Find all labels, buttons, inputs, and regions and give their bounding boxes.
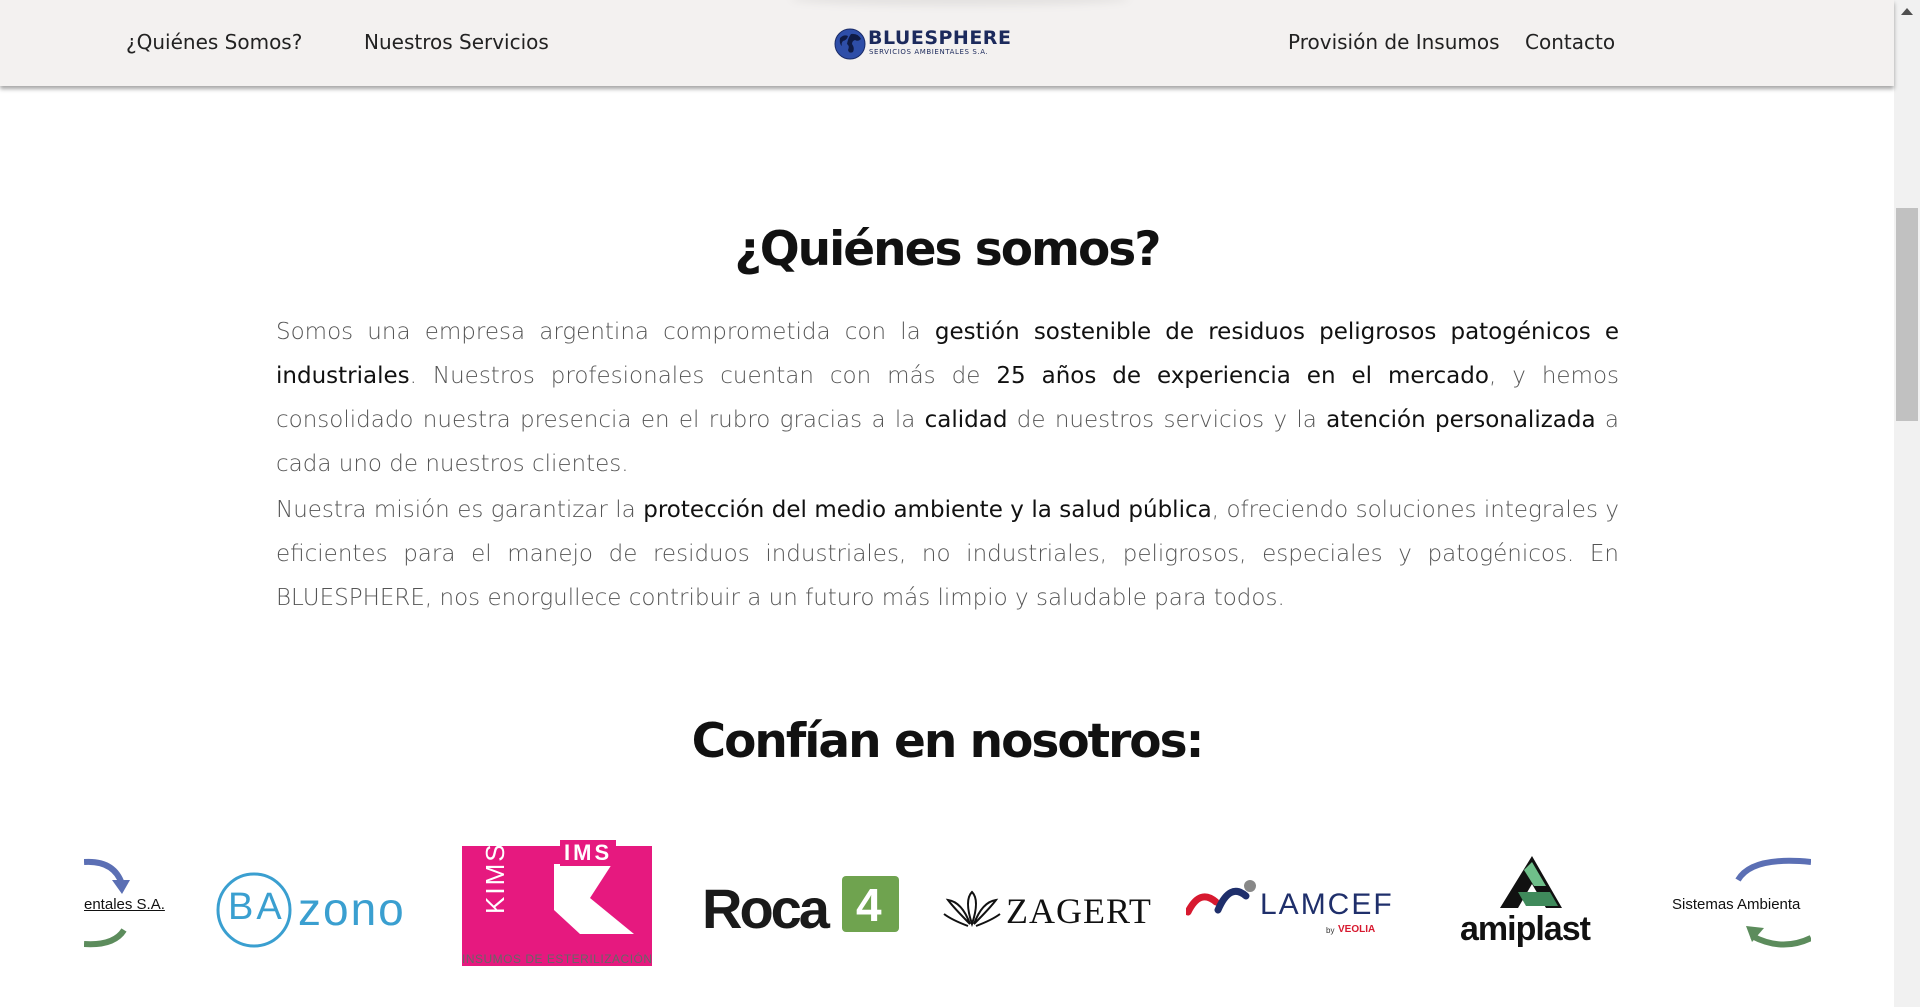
zagert-text: ZAGERT	[1006, 891, 1152, 931]
roca-text: Roca	[702, 877, 830, 940]
ims-text: IMS	[560, 840, 617, 866]
client-logo-bazono: BA zono	[214, 840, 424, 980]
emphasis-text: atención personalizada	[1326, 407, 1596, 433]
header-shadow	[790, 0, 1130, 6]
scrollbar[interactable]	[1894, 0, 1920, 1007]
client-logo-sistemas-ambientales: entales S.A.	[84, 840, 184, 980]
veolia-text: VEOLIA	[1338, 924, 1376, 935]
paragraph-text: Somos una empresa argentina comprometida…	[276, 319, 935, 345]
globe-icon	[834, 28, 866, 60]
bazono-zono: zono	[298, 883, 406, 935]
nav-contacto[interactable]: Contacto	[1525, 30, 1615, 54]
kims-tagline: INSUMOS DE ESTERILIZACIÓN	[462, 952, 653, 966]
lamcef-by: by	[1326, 926, 1335, 935]
paragraph-text: . Nuestros profesionales cuentan con más…	[409, 363, 997, 389]
site-header: ¿Quiénes Somos? Nuestros Servicios BLUES…	[0, 0, 1894, 86]
client-logo-zagert: ZAGERT	[942, 840, 1152, 980]
emphasis-text: 25 años de experiencia en el mercado	[996, 363, 1489, 389]
about-paragraph-1: Somos una empresa argentina comprometida…	[276, 310, 1619, 486]
client-logo-roca4: Roca 4	[702, 840, 902, 980]
zagert-leaf-icon	[943, 890, 1001, 928]
scroll-up-arrow-icon[interactable]	[1901, 8, 1913, 15]
client-logo-kims: KIMS IMS INSUMOS DE ESTERILIZACIÓN	[462, 840, 657, 980]
emphasis-text: calidad	[924, 407, 1008, 433]
roca-4-text: 4	[856, 879, 882, 931]
about-paragraph-2: Nuestra misión es garantizar la protecci…	[276, 488, 1619, 620]
nav-provision-insumos[interactable]: Provisión de Insumos	[1288, 30, 1500, 54]
about-title: ¿Quiénes somos?	[734, 222, 1161, 277]
client-logo-lamcef: LAMCEF by VEOLIA	[1186, 840, 1396, 980]
emphasis-text: protección del medio ambiente y la salud…	[643, 497, 1212, 523]
clients-logo-carousel[interactable]: entales S.A. BA zono KIMS IMS INSUMOS DE…	[84, 840, 1811, 980]
clients-title: Confían en nosotros:	[691, 714, 1205, 769]
client-logo-text: Sistemas Ambienta	[1672, 896, 1801, 913]
lamcef-mark-icon	[1186, 880, 1256, 916]
bazono-ba: BA	[228, 886, 285, 928]
kims-vertical-text: KIMS	[480, 842, 510, 914]
amiplast-mark-icon	[1500, 856, 1562, 908]
lamcef-text: LAMCEF	[1260, 888, 1394, 921]
logo-subtitle: SERVICIOS AMBIENTALES S.A.	[869, 48, 989, 56]
client-logo-sistemas-ambientales-2: Sistemas Ambienta	[1672, 840, 1811, 980]
logo-name: BLUESPHERE	[868, 27, 1012, 49]
scroll-thumb[interactable]	[1896, 208, 1918, 421]
nav-nuestros-servicios[interactable]: Nuestros Servicios	[364, 30, 549, 54]
client-logo-amiplast: amiplast	[1460, 840, 1610, 980]
paragraph-text: de nuestros servicios y la	[1007, 407, 1327, 433]
bluesphere-logo[interactable]: BLUESPHERE SERVICIOS AMBIENTALES S.A.	[834, 26, 1012, 60]
amiplast-text: amiplast	[1460, 910, 1591, 948]
nav-quienes-somos[interactable]: ¿Quiénes Somos?	[126, 30, 302, 54]
client-logo-text: entales S.A.	[84, 896, 165, 913]
paragraph-text: Nuestra misión es garantizar la	[276, 497, 644, 523]
